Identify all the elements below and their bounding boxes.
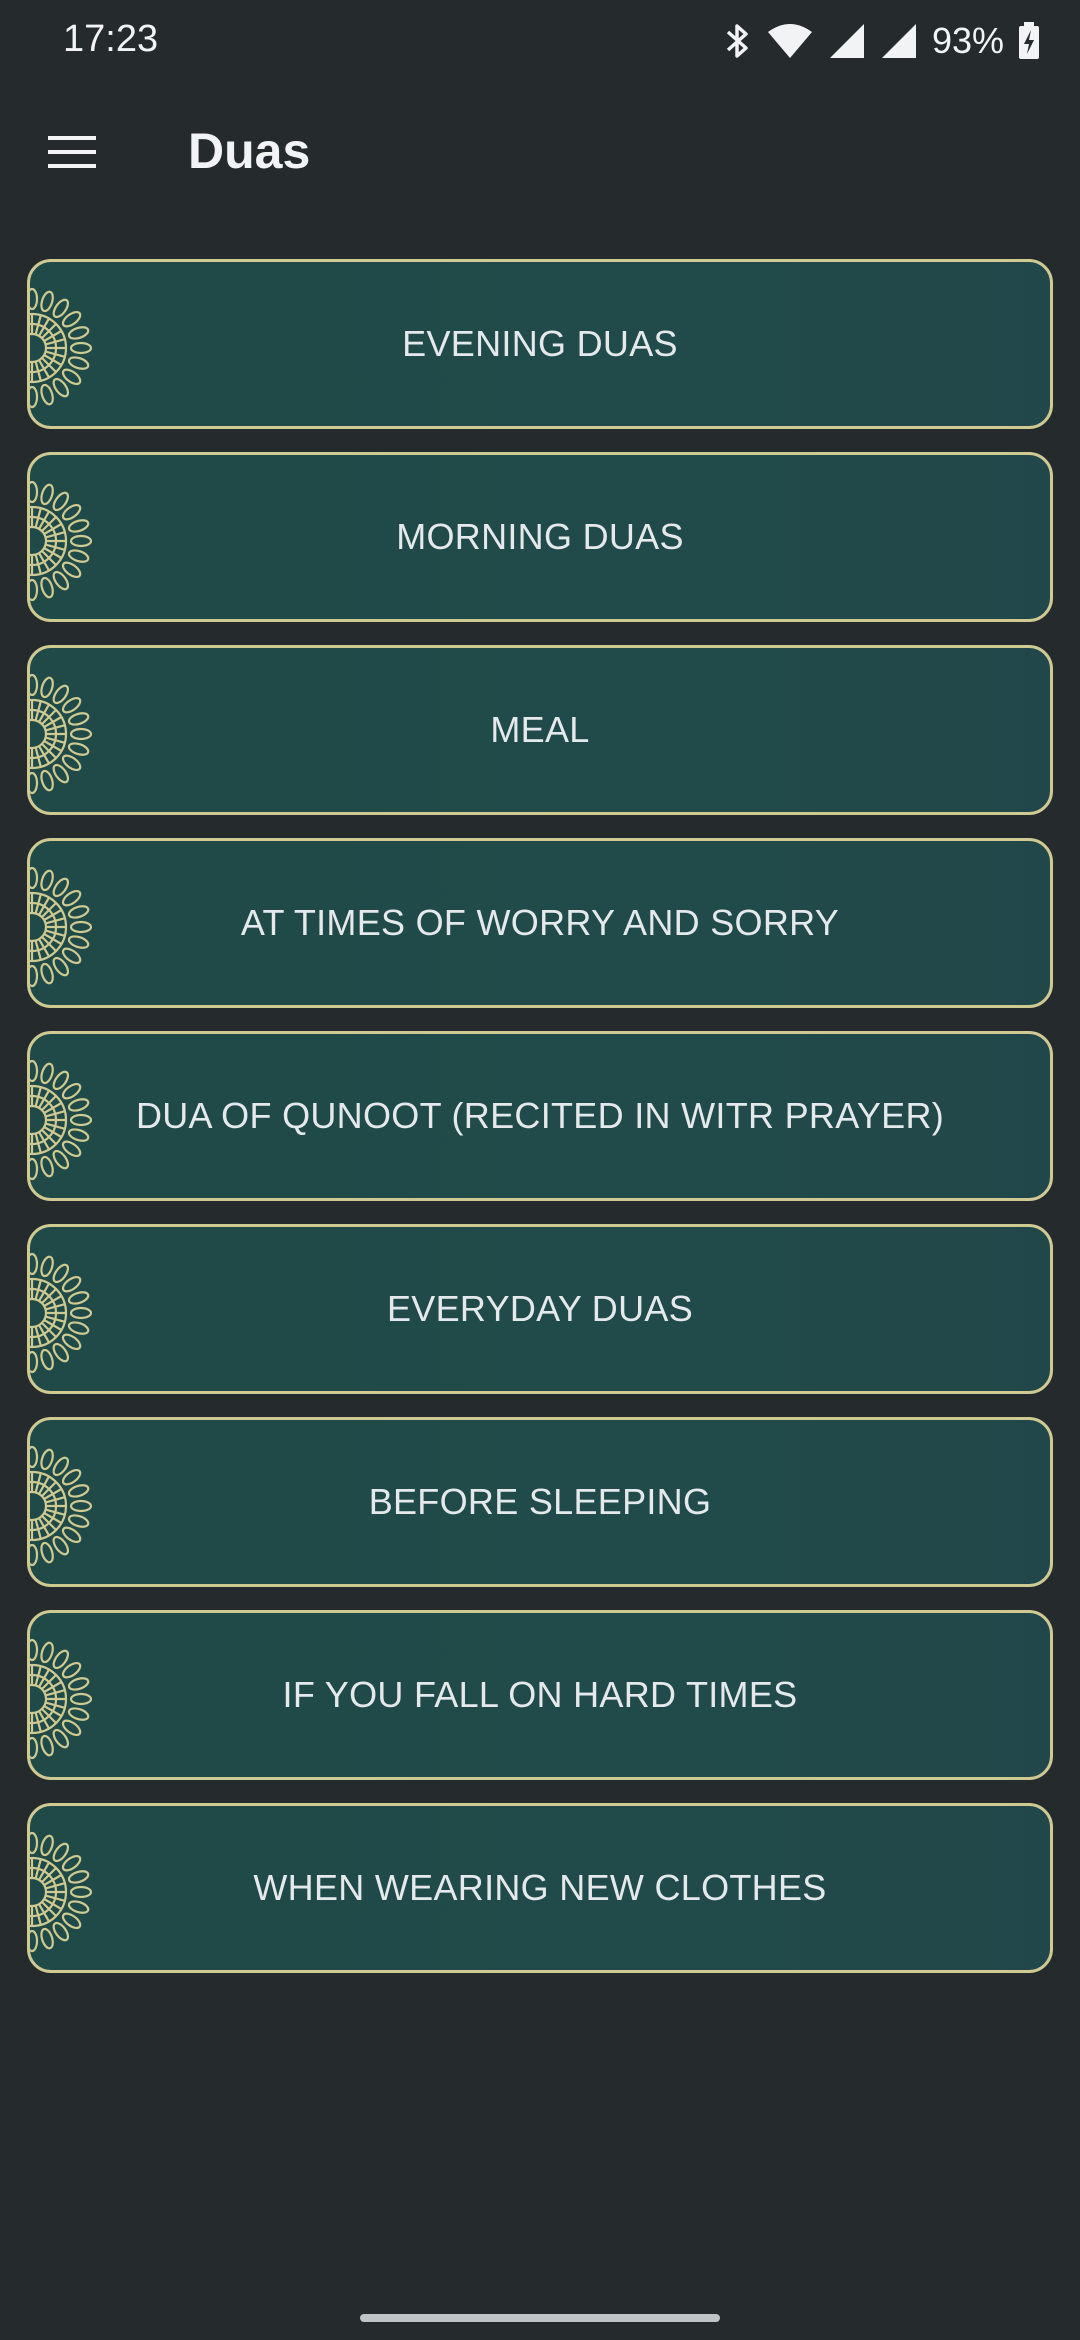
dua-item-new-clothes[interactable]: WHEN WEARING NEW CLOTHES [27, 1803, 1053, 1973]
signal-icon [828, 22, 866, 60]
dua-item-everyday-duas[interactable]: EVERYDAY DUAS [27, 1224, 1053, 1394]
dua-list: EVENING DUAS MORNING DUAS MEAL AT TIMES … [27, 259, 1053, 1996]
dua-item-label: WHEN WEARING NEW CLOTHES [253, 1867, 827, 1908]
dua-item-meal[interactable]: MEAL [27, 645, 1053, 815]
home-indicator[interactable] [360, 2314, 720, 2322]
dua-item-label: DUA OF QUNOOT (RECITED IN WITR PRAYER) [135, 1095, 945, 1136]
dua-item-qunoot[interactable]: DUA OF QUNOOT (RECITED IN WITR PRAYER) [27, 1031, 1053, 1201]
status-bar: 17:23 93% [0, 0, 1080, 82]
battery-charging-icon [1018, 22, 1040, 60]
dua-item-evening-duas[interactable]: EVENING DUAS [27, 259, 1053, 429]
dua-item-before-sleeping[interactable]: BEFORE SLEEPING [27, 1417, 1053, 1587]
wifi-icon [766, 22, 814, 60]
dua-item-label: MORNING DUAS [396, 516, 684, 557]
signal-icon-2 [880, 22, 918, 60]
dua-item-times-of-worry[interactable]: AT TIMES OF WORRY AND SORRY [27, 838, 1053, 1008]
dua-item-label: EVERYDAY DUAS [386, 1288, 693, 1329]
status-time: 17:23 [63, 18, 159, 60]
dua-item-label: IF YOU FALL ON HARD TIMES [282, 1674, 798, 1715]
dua-item-label: BEFORE SLEEPING [368, 1481, 712, 1522]
page-title: Duas [188, 123, 311, 179]
bluetooth-icon [724, 22, 752, 60]
dua-item-morning-duas[interactable]: MORNING DUAS [27, 452, 1053, 622]
app-bar: Duas [0, 82, 1080, 232]
dua-item-label: AT TIMES OF WORRY AND SORRY [240, 902, 840, 943]
hamburger-menu-icon[interactable] [44, 130, 100, 174]
dua-item-label: EVENING DUAS [402, 323, 678, 364]
battery-percent: 93% [931, 20, 1004, 61]
dua-item-hard-times[interactable]: IF YOU FALL ON HARD TIMES [27, 1610, 1053, 1780]
status-icons: 93% [724, 20, 1040, 62]
dua-item-label: MEAL [490, 709, 590, 750]
